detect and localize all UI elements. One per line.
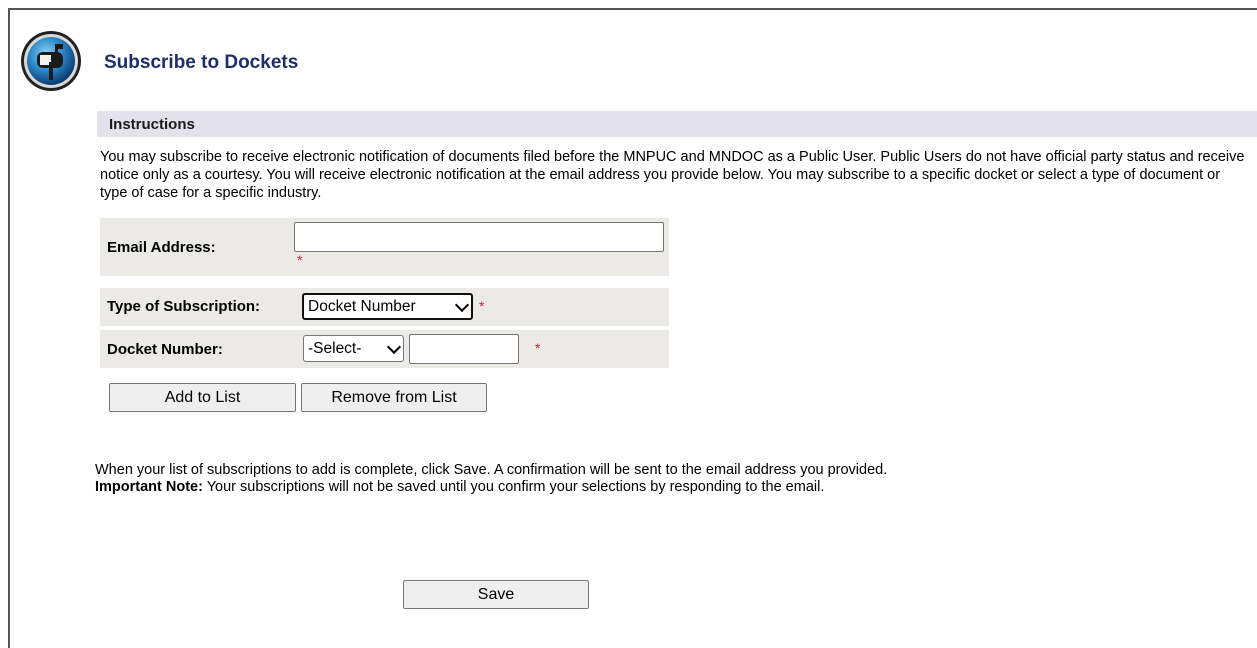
email-row: Email Address: *: [100, 218, 669, 276]
email-required-mark: *: [297, 252, 303, 268]
subscription-type-row: Type of Subscription: Docket Number *: [100, 288, 669, 326]
page-title: Subscribe to Dockets: [104, 52, 299, 73]
save-note-text: When your list of subscriptions to add i…: [95, 462, 888, 478]
docket-number-row: Docket Number: -Select- *: [100, 330, 669, 368]
email-label: Email Address:: [107, 239, 216, 256]
subscription-type-value: Docket Number: [308, 298, 416, 315]
email-field[interactable]: [294, 222, 664, 252]
docket-number-required-mark: *: [535, 340, 541, 356]
chevron-down-icon: [386, 339, 402, 354]
important-note-text: Your subscriptions will not be saved unt…: [202, 479, 825, 495]
add-to-list-button[interactable]: Add to List: [109, 383, 296, 412]
important-note-label: Important Note:: [95, 479, 203, 495]
subscription-type-select[interactable]: Docket Number: [302, 293, 473, 320]
chevron-down-icon: [454, 297, 470, 312]
instructions-header: Instructions: [97, 111, 1257, 137]
save-note: When your list of subscriptions to add i…: [95, 462, 895, 496]
docket-number-input[interactable]: [409, 334, 519, 364]
page-frame: [8, 8, 1257, 648]
docket-number-label: Docket Number:: [107, 341, 223, 358]
subscription-type-label: Type of Subscription:: [107, 298, 261, 315]
save-button[interactable]: Save: [403, 580, 589, 609]
mailbox-icon: [21, 31, 81, 91]
instructions-text: You may subscribe to receive electronic …: [100, 149, 1245, 201]
docket-select-value: -Select-: [308, 340, 362, 357]
docket-year-select[interactable]: -Select-: [303, 335, 404, 362]
instructions-heading: Instructions: [109, 116, 195, 133]
remove-from-list-button[interactable]: Remove from List: [301, 383, 487, 412]
subscription-type-required-mark: *: [479, 298, 485, 314]
